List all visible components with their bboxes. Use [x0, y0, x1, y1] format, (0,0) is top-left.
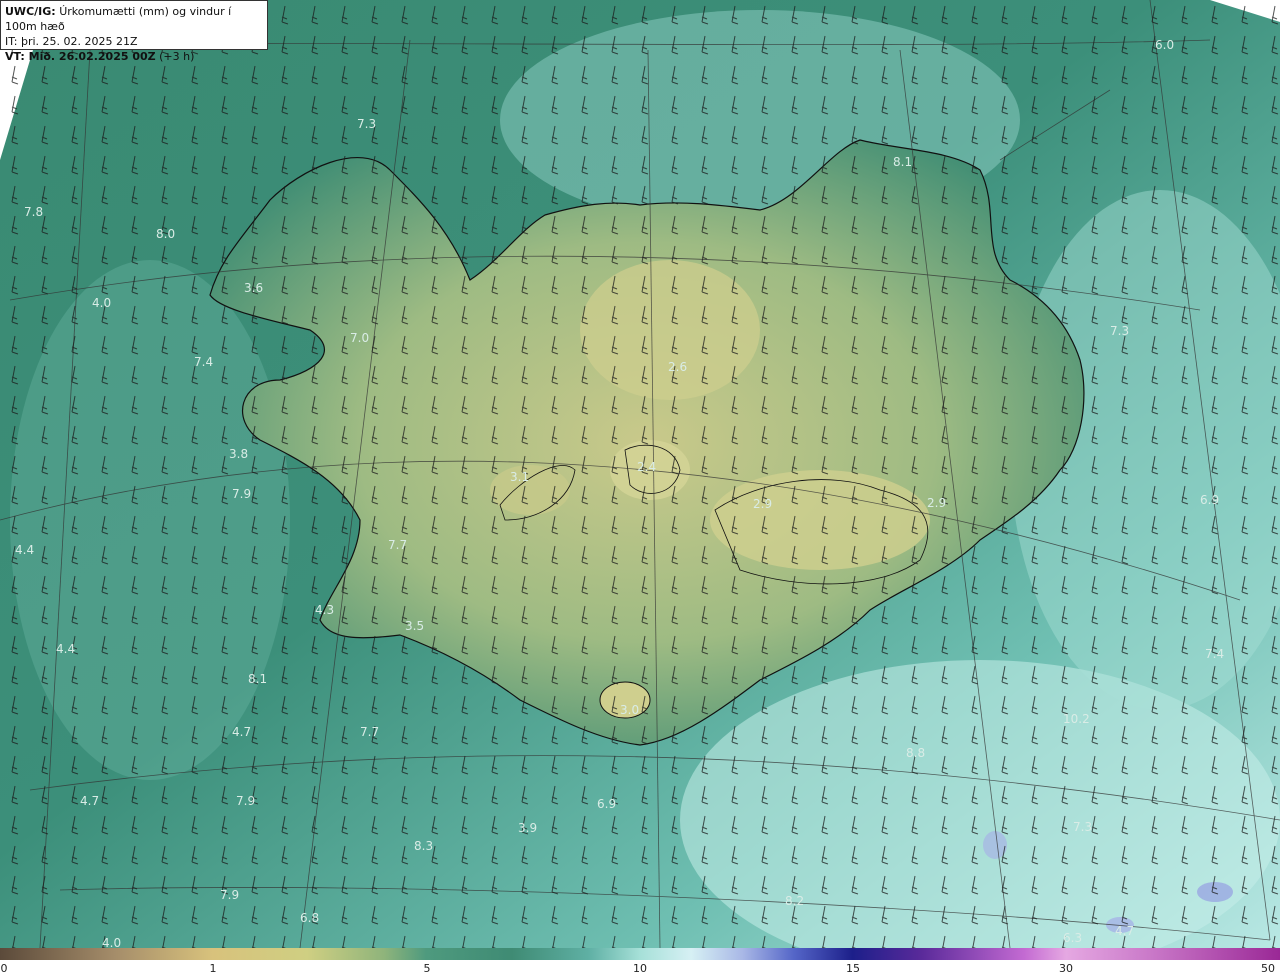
- value-label: 7.7: [360, 725, 379, 739]
- value-label: 2.9: [753, 497, 772, 511]
- colorbar-tick: 15: [846, 962, 860, 975]
- colorbar-tick: 1: [209, 962, 217, 975]
- product-code: UWC/IG:: [5, 5, 56, 18]
- value-label: 2.9: [927, 496, 946, 510]
- value-label: 7.3: [1073, 820, 1092, 834]
- value-label: 6.0: [1155, 38, 1174, 52]
- value-label: 7.4: [1205, 647, 1224, 661]
- value-label: 4.0: [92, 296, 111, 310]
- colorbar-tick: 10: [633, 962, 647, 975]
- value-label: 6.8: [300, 911, 319, 925]
- value-label: 8.1: [248, 672, 267, 686]
- valid-time-line: VT: Mið. 26.02.2025 00Z (+3 h): [5, 49, 263, 64]
- value-label: 4.3: [315, 603, 334, 617]
- wind-barbs-layer: [0, 0, 1280, 948]
- colorbar-tick: 50: [1261, 962, 1275, 975]
- map-info-box: UWC/IG: Úrkomumætti (mm) og vindur í 100…: [0, 0, 268, 63]
- weather-map: 7.3 6.0 8.1 7.8 8.0 4.0 3.6 7.0 7.4 2.6 …: [0, 0, 1280, 948]
- value-label: 3.0: [620, 703, 639, 717]
- value-label: 4.7: [80, 794, 99, 808]
- value-label: 3.9: [518, 821, 537, 835]
- value-label: 2.4: [637, 460, 656, 474]
- value-label: 7.9: [220, 888, 239, 902]
- value-label: 10.2: [1063, 712, 1090, 726]
- value-label: 7.8: [24, 205, 43, 219]
- value-label: 8.3: [414, 839, 433, 853]
- product-line: UWC/IG: Úrkomumætti (mm) og vindur í 100…: [5, 4, 263, 34]
- colorbar-tick: 0: [0, 962, 8, 975]
- colorbar: 0 1 5 10 15 30 50: [0, 948, 1280, 978]
- colorbar-ramp: [0, 948, 1280, 960]
- value-label: 6.9: [1200, 493, 1219, 507]
- value-label: 3.5: [405, 619, 424, 633]
- valid-time: VT: Mið. 26.02.2025 00Z: [5, 50, 156, 63]
- value-label: 8.8: [906, 746, 925, 760]
- value-label: 4.7: [232, 725, 251, 739]
- value-label: 7.3: [357, 117, 376, 131]
- value-label: 4.4: [15, 543, 34, 557]
- value-label: 6.9: [597, 797, 616, 811]
- valid-offset: (+3 h): [159, 50, 195, 63]
- value-label: 8.2: [785, 894, 804, 908]
- colorbar-tick: 5: [423, 962, 431, 975]
- value-label: 2.6: [668, 360, 687, 374]
- value-label: 7.4: [194, 355, 213, 369]
- value-label: 4.0: [102, 936, 121, 948]
- colorbar-tick: 30: [1059, 962, 1073, 975]
- value-label: 3.8: [229, 447, 248, 461]
- value-label: 8.0: [156, 227, 175, 241]
- value-label: 7.9: [232, 487, 251, 501]
- value-label: 8.1: [893, 155, 912, 169]
- value-label: 3.1: [510, 470, 529, 484]
- initial-time: IT: þri. 25. 02. 2025 21Z: [5, 35, 138, 48]
- value-label: 7.9: [236, 794, 255, 808]
- value-label: 6.3: [1063, 931, 1082, 945]
- value-label: 7.7: [388, 538, 407, 552]
- value-label: 7.3: [1110, 324, 1129, 338]
- value-label: 3.6: [244, 281, 263, 295]
- value-label: 4.4: [56, 642, 75, 656]
- value-label: 4.7: [1115, 924, 1134, 938]
- value-label: 7.0: [350, 331, 369, 345]
